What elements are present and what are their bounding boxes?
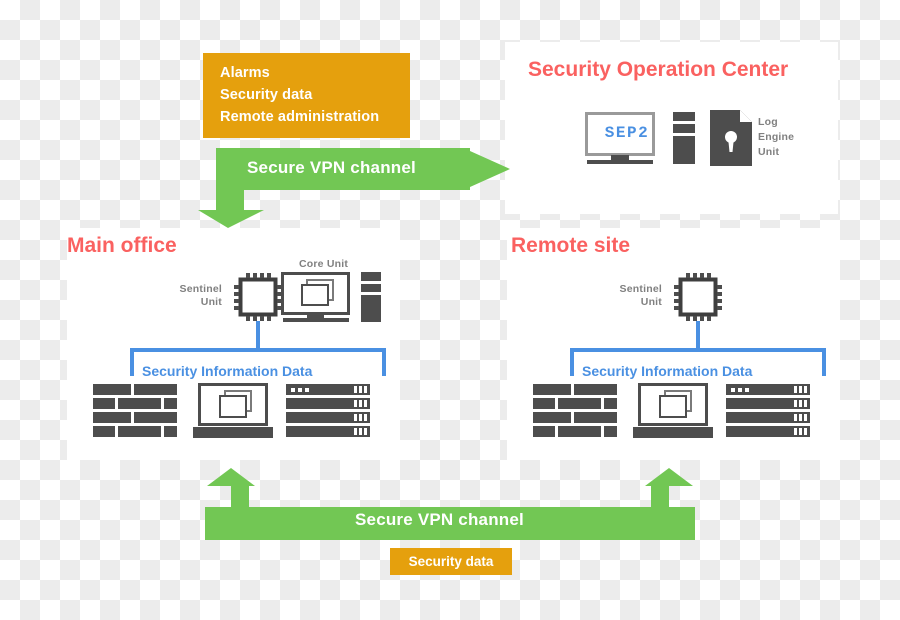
log-engine-line-1: Log <box>758 116 778 128</box>
server-rack-icon <box>726 384 810 437</box>
alarms-line-2: Security data <box>220 87 313 103</box>
vpn-arrow-bottom <box>205 468 695 540</box>
log-engine-unit-label: Log Engine Unit <box>758 115 794 160</box>
monitor-icon <box>281 272 350 322</box>
alarms-line-3: Remote administration <box>220 109 380 125</box>
laptop-icon <box>193 383 273 438</box>
security-data-label: Security data <box>408 554 494 569</box>
security-information-data-label: Security Information Data <box>582 363 753 379</box>
core-unit-label: Core Unit <box>299 258 349 270</box>
tower-icon <box>673 112 695 164</box>
sentinel-line-2: Unit <box>640 296 662 308</box>
remote-site-title: Remote site <box>511 234 631 257</box>
firewall-brick-icon <box>533 384 617 437</box>
alarms-line-1: Alarms <box>220 65 270 81</box>
remote-site-panel: Remote site Sentinel Unit Security Infor… <box>507 228 840 460</box>
vpn-top-label: Secure VPN channel <box>247 158 416 177</box>
sentinel-line-1: Sentinel <box>179 283 222 295</box>
security-information-data-label: Security Information Data <box>142 363 313 379</box>
security-operation-center-panel: Security Operation Center SEP2 Log Engin… <box>505 42 838 214</box>
sentinel-line-1: Sentinel <box>619 283 662 295</box>
sentinel-unit-label: Sentinel Unit <box>152 283 222 309</box>
firewall-brick-icon <box>93 384 177 437</box>
sentinel-unit-label: Sentinel Unit <box>592 283 662 309</box>
soc-title: Security Operation Center <box>528 58 789 81</box>
monitor-screen-text: SEP2 <box>604 124 650 142</box>
chip-icon <box>674 273 722 321</box>
chip-icon <box>234 273 282 321</box>
vpn-bottom-label: Secure VPN channel <box>355 510 524 529</box>
security-data-annotation-box: Security data <box>390 548 512 575</box>
log-engine-line-3: Unit <box>758 146 780 158</box>
main-office-title: Main office <box>67 234 177 257</box>
server-rack-icon <box>286 384 370 437</box>
log-engine-line-2: Engine <box>758 131 795 143</box>
lock-document-icon <box>710 110 752 166</box>
main-office-panel: Main office Sentinel Unit Core Unit Secu… <box>67 228 400 460</box>
alarms-annotation-box: Alarms Security data Remote administrati… <box>203 53 410 138</box>
sentinel-line-2: Unit <box>200 296 222 308</box>
laptop-icon <box>633 383 713 438</box>
tower-icon <box>361 272 381 322</box>
